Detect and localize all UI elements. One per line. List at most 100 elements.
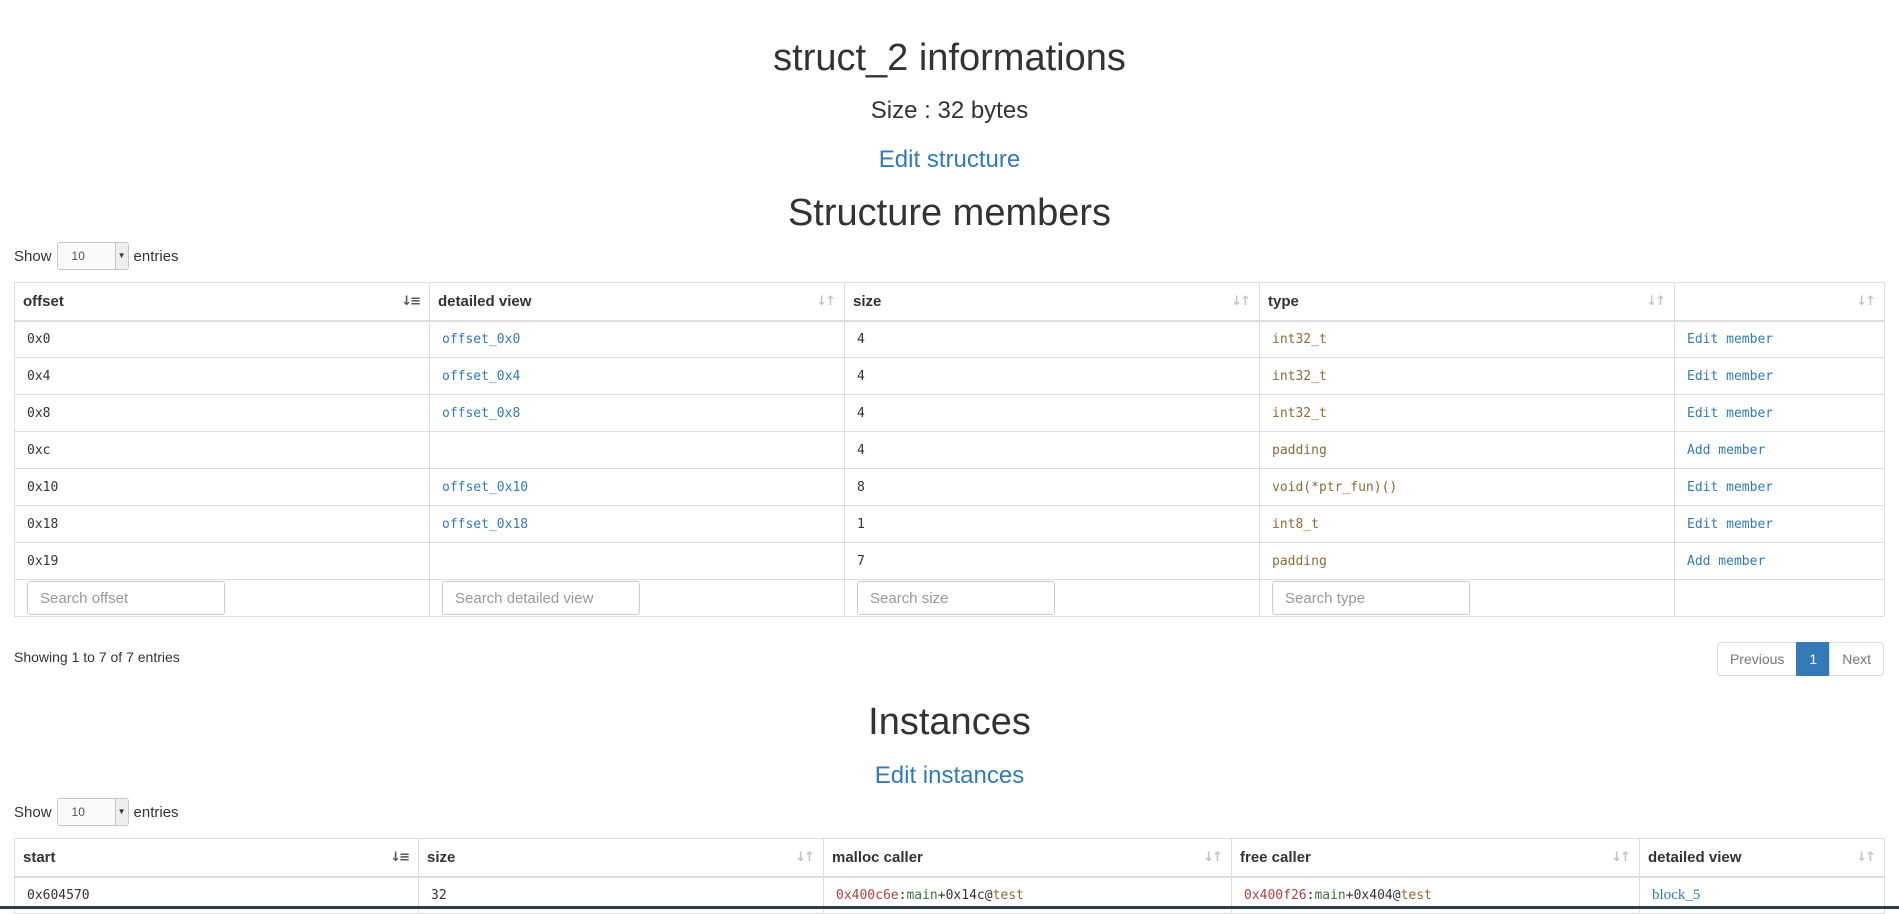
action-cell: Add member — [1674, 431, 1885, 469]
type-cell: void(*ptr_fun)() — [1259, 468, 1675, 506]
action-cell: Add member — [1674, 542, 1885, 580]
members-length-control: Show 10 ▼ entries — [14, 242, 179, 270]
instances-length-select[interactable]: 10 ▼ — [56, 798, 129, 826]
size-cell: 4 — [844, 320, 1260, 358]
detailed-view-link[interactable]: offset_0x18 — [442, 517, 528, 532]
search-type-cell — [1259, 579, 1675, 617]
members-length-select[interactable]: 10 ▼ — [56, 242, 129, 270]
offset-cell: 0xc — [14, 431, 430, 469]
free-file: test — [1400, 887, 1432, 903]
size-cell: 7 — [844, 542, 1260, 580]
detailed-view-cell: offset_0x10 — [429, 468, 845, 506]
table-row: 0x10 offset_0x10 8 void(*ptr_fun)() Edit… — [14, 468, 1885, 506]
search-offset-cell — [14, 579, 430, 617]
malloc-function: main — [906, 887, 938, 903]
edit-member-link[interactable]: Edit member — [1687, 369, 1773, 384]
members-table-info: Showing 1 to 7 of 7 entries — [14, 649, 180, 665]
offset-cell: 0x10 — [14, 468, 430, 506]
next-page-button[interactable]: Next — [1829, 642, 1884, 676]
detailed-view-link[interactable]: offset_0x4 — [442, 369, 520, 384]
add-member-link[interactable]: Add member — [1687, 554, 1765, 569]
edit-member-link[interactable]: Edit member — [1687, 480, 1773, 495]
members-table: offset ↓≡ detailed view ↓↑ size ↓↑ type ↓↑ ↓… — [14, 282, 1885, 617]
detailed-view-link[interactable]: offset_0x8 — [442, 406, 520, 421]
malloc-file: test — [992, 887, 1024, 903]
table-row: 0x0 offset_0x0 4 int32_t Edit member — [14, 320, 1885, 358]
search-type-input[interactable] — [1272, 581, 1470, 615]
size-cell: 4 — [844, 394, 1260, 432]
page-title: struct_2 informations — [773, 37, 1126, 79]
edit-instances-link[interactable]: Edit instances — [875, 762, 1024, 789]
members-pagination: Previous 1 Next — [1716, 642, 1884, 676]
previous-page-button[interactable]: Previous — [1716, 642, 1798, 676]
sort-both-icon: ↓↑ — [1231, 294, 1251, 309]
page-title-block: struct_2 informations — [0, 37, 1899, 80]
sort-both-icon: ↓↑ — [1856, 850, 1876, 865]
column-header-start[interactable]: start ↓≡ — [14, 838, 419, 878]
table-row: 0xc 4 padding Add member — [14, 431, 1885, 469]
column-header-label: size — [427, 848, 456, 866]
detailed-view-link[interactable]: offset_0x10 — [442, 480, 528, 495]
search-size-input[interactable] — [857, 581, 1055, 615]
column-header-label: detailed view — [438, 292, 532, 310]
search-size-cell — [844, 579, 1260, 617]
offset-cell: 0x4 — [14, 357, 430, 395]
column-header-detailed-view[interactable]: detailed view ↓↑ — [429, 282, 845, 322]
detailed-view-cell: offset_0x18 — [429, 505, 845, 543]
instances-table: start ↓≡ size ↓↑ malloc caller ↓↑ free call… — [14, 838, 1885, 914]
column-header-label: size — [853, 292, 882, 310]
members-header-row: offset ↓≡ detailed view ↓↑ size ↓↑ type ↓↑ ↓… — [14, 282, 1885, 322]
instances-length-control: Show 10 ▼ entries — [14, 798, 179, 826]
block-detail-link[interactable]: block_5 — [1652, 887, 1700, 903]
sort-both-icon: ↓↑ — [1646, 294, 1666, 309]
malloc-address: 0x400c6e — [836, 887, 899, 903]
add-member-link[interactable]: Add member — [1687, 443, 1765, 458]
column-header-size[interactable]: size ↓↑ — [418, 838, 824, 878]
table-row: 0x18 offset_0x18 1 int8_t Edit member — [14, 505, 1885, 543]
column-header-actions[interactable]: ↓↑ — [1674, 282, 1885, 322]
search-detailed-cell — [429, 579, 845, 617]
search-empty-cell — [1674, 579, 1885, 617]
sort-amount-asc-icon: ↓≡ — [401, 294, 421, 309]
members-section-title: Structure members — [787, 192, 1112, 234]
size-cell: 1 — [844, 505, 1260, 543]
column-header-label: free caller — [1240, 848, 1311, 866]
detailed-view-link[interactable]: offset_0x0 — [442, 332, 520, 347]
sort-both-icon: ↓↑ — [1611, 850, 1631, 865]
column-header-type[interactable]: type ↓↑ — [1259, 282, 1675, 322]
type-cell: int32_t — [1259, 320, 1675, 358]
table-row: 0x4 offset_0x4 4 int32_t Edit member — [14, 357, 1885, 395]
instances-section-title: Instances — [868, 701, 1031, 743]
column-header-free-caller[interactable]: free caller ↓↑ — [1231, 838, 1640, 878]
offset-cell: 0x0 — [14, 320, 430, 358]
action-cell: Edit member — [1674, 357, 1885, 395]
column-header-size[interactable]: size ↓↑ — [844, 282, 1260, 322]
edit-member-link[interactable]: Edit member — [1687, 406, 1773, 421]
sort-both-icon: ↓↑ — [795, 850, 815, 865]
edit-member-link[interactable]: Edit member — [1687, 332, 1773, 347]
search-offset-input[interactable] — [27, 581, 225, 615]
page-1-button[interactable]: 1 — [1796, 642, 1831, 676]
type-cell: int32_t — [1259, 357, 1675, 395]
type-cell: padding — [1259, 431, 1675, 469]
malloc-offset: +0x14c@ — [937, 887, 993, 903]
edit-structure-link[interactable]: Edit structure — [879, 146, 1020, 173]
column-header-offset[interactable]: offset ↓≡ — [14, 282, 430, 322]
offset-cell: 0x19 — [14, 542, 430, 580]
instances-entries-label: entries — [133, 803, 179, 821]
type-cell: int8_t — [1259, 505, 1675, 543]
free-offset: +0x404@ — [1345, 887, 1401, 903]
sort-both-icon: ↓↑ — [1856, 294, 1876, 309]
edit-member-link[interactable]: Edit member — [1687, 517, 1773, 532]
members-section-header: Structure members — [0, 192, 1899, 235]
column-header-malloc-caller[interactable]: malloc caller ↓↑ — [823, 838, 1232, 878]
size-cell: 8 — [844, 468, 1260, 506]
search-detailed-view-input[interactable] — [442, 581, 640, 615]
action-cell: Edit member — [1674, 320, 1885, 358]
search-row — [14, 579, 1885, 617]
instances-section-header: Instances — [0, 701, 1899, 744]
caret-down-icon: ▼ — [114, 243, 128, 269]
column-header-detailed-view[interactable]: detailed view ↓↑ — [1639, 838, 1885, 878]
action-cell: Edit member — [1674, 468, 1885, 506]
sort-both-icon: ↓↑ — [816, 294, 836, 309]
